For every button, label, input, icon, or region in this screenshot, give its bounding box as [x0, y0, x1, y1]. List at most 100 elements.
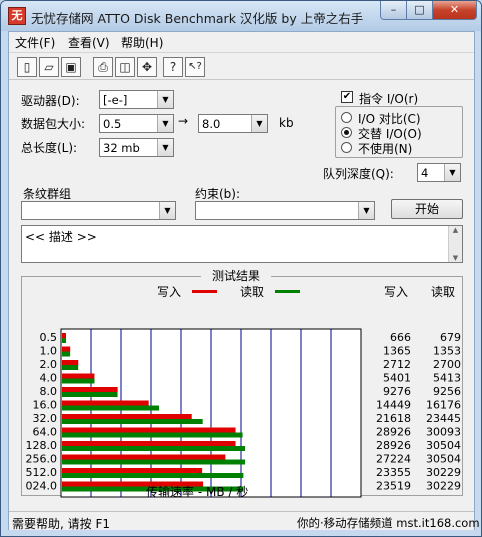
read-bar [62, 405, 160, 411]
queue-depth-select[interactable]: 4 ▼ [417, 163, 461, 182]
read-values: 6791353270054139256161762344530093305043… [426, 331, 461, 493]
print-preview-icon[interactable]: ◫ [115, 57, 135, 77]
results-title: 测试结果 [212, 269, 260, 283]
start-button[interactable]: 开始 [391, 199, 463, 219]
description-textarea[interactable]: << 描述 >> ▲ ▼ [21, 225, 463, 263]
write-value: 21618 [376, 412, 411, 425]
write-bar [62, 468, 203, 473]
new-document-icon[interactable]: ▯ [17, 57, 37, 77]
arrow-right-icon: → [178, 114, 189, 128]
command-io-label: 指令 I/O(r) [359, 92, 419, 106]
app-icon[interactable]: 无 [8, 7, 26, 25]
read-bar [62, 378, 95, 384]
category-label: 2.0 [40, 358, 58, 371]
results-chart: 测试结果 写入 读取 写入 读取 0.51.02.04.08.016.032.0… [26, 269, 461, 498]
print-icon[interactable]: ⎙ [93, 57, 113, 77]
write-value: 23355 [376, 466, 411, 479]
write-value: 9276 [383, 385, 411, 398]
packet-to-value: 8.0 [202, 117, 221, 131]
packet-from-value: 0.5 [103, 117, 122, 131]
command-io-checkbox[interactable]: ✔ [341, 91, 353, 103]
legend-write-swatch [192, 290, 217, 293]
title-bar[interactable]: 无 无忧存储网 ATTO Disk Benchmark 汉化版 by 上帝之右手… [1, 1, 481, 31]
chevron-down-icon: ▼ [157, 115, 173, 132]
read-value: 30093 [426, 426, 461, 439]
write-value: 1365 [383, 345, 411, 358]
category-label: 8.0 [40, 385, 58, 398]
status-help-text: 需要帮助, 请按 F1 [12, 517, 110, 531]
client-area: 文件(F) 查看(V) 帮助(H) ▯ ▱ ▣ ⎙ ◫ ✥ ? ↖? 驱动器(D… [8, 31, 480, 531]
write-bar [62, 373, 95, 379]
stripe-group-select[interactable]: ▼ [21, 201, 176, 220]
write-value: 5401 [383, 372, 411, 385]
drive-select[interactable]: [-e-] ▼ [99, 90, 174, 109]
read-value: 30229 [426, 466, 461, 479]
write-value: 666 [390, 331, 411, 344]
app-window: 无 无忧存储网 ATTO Disk Benchmark 汉化版 by 上帝之右手… [0, 0, 482, 537]
scroll-down-icon[interactable]: ▼ [449, 254, 462, 262]
read-bar [62, 459, 246, 465]
packet-size-from-select[interactable]: 0.5 ▼ [99, 114, 174, 133]
read-value: 1353 [433, 345, 461, 358]
chevron-down-icon: ▼ [358, 202, 374, 219]
category-label: 16.0 [33, 399, 58, 412]
drive-value: [-e-] [103, 93, 128, 107]
help-icon[interactable]: ? [163, 57, 183, 77]
read-bar [62, 446, 246, 451]
read-value: 5413 [433, 372, 461, 385]
legend-write-label: 写入 [157, 285, 181, 299]
description-text: << 描述 >> [25, 230, 97, 244]
stripe-group-label: 条纹群组 [23, 187, 72, 201]
legend-read-swatch [275, 290, 300, 293]
description-scrollbar[interactable]: ▲ ▼ [448, 226, 462, 262]
overlap-io-radio[interactable] [341, 127, 352, 138]
packet-size-to-select[interactable]: 8.0 ▼ [198, 114, 268, 133]
menu-bar: 文件(F) 查看(V) 帮助(H) [9, 32, 474, 51]
write-bar [62, 346, 71, 352]
read-bar [62, 365, 79, 370]
read-value: 30229 [426, 480, 461, 493]
neither-label: 不使用(N) [358, 142, 413, 156]
read-bar [62, 473, 244, 478]
category-label: 024.0 [26, 480, 58, 493]
category-label: 128.0 [26, 439, 58, 452]
write-bar [62, 360, 79, 365]
maximize-button[interactable]: □ [407, 1, 433, 20]
read-value: 16176 [426, 399, 461, 412]
chevron-down-icon: ▼ [251, 115, 267, 132]
scroll-up-icon[interactable]: ▲ [449, 226, 462, 234]
drive-label: 驱动器(D): [21, 94, 80, 108]
constraint-select[interactable]: ▼ [195, 201, 375, 220]
read-value: 30504 [426, 439, 461, 452]
io-compare-radio[interactable] [341, 112, 352, 123]
context-help-icon[interactable]: ↖? [185, 57, 205, 77]
category-label: 64.0 [33, 426, 58, 439]
category-label: 1.0 [40, 345, 58, 358]
category-labels: 0.51.02.04.08.016.032.064.0128.0256.0512… [26, 331, 58, 493]
save-icon[interactable]: ▣ [61, 57, 81, 77]
minimize-button[interactable]: – [380, 1, 407, 20]
move-icon[interactable]: ✥ [137, 57, 157, 77]
write-bar [62, 400, 149, 406]
menu-view[interactable]: 查看(V) [68, 34, 110, 51]
menu-help[interactable]: 帮助(H) [121, 34, 163, 51]
window-title: 无忧存储网 ATTO Disk Benchmark 汉化版 by 上帝之右手 [31, 11, 364, 26]
write-column-header: 写入 [384, 285, 408, 299]
status-bar: 需要帮助, 请按 F1 你的·移动存储频道 mst.it168.com [9, 511, 480, 531]
menu-file[interactable]: 文件(F) [15, 34, 55, 51]
read-bar [62, 338, 67, 343]
open-folder-icon[interactable]: ▱ [39, 57, 59, 77]
write-value: 28926 [376, 426, 411, 439]
write-bar [62, 333, 66, 338]
queue-depth-label: 队列深度(Q): [323, 167, 394, 181]
packet-size-label: 数据包大小: [21, 117, 86, 131]
neither-radio[interactable] [341, 142, 352, 153]
category-label: 512.0 [26, 466, 58, 479]
write-value: 14449 [376, 399, 411, 412]
total-length-select[interactable]: 32 mb ▼ [99, 138, 174, 157]
write-values: 6661365271254019276144492161828926289262… [376, 331, 411, 493]
write-bar [62, 454, 226, 460]
category-label: 256.0 [26, 453, 58, 466]
close-button[interactable]: ✕ [433, 1, 477, 20]
write-value: 28926 [376, 439, 411, 452]
